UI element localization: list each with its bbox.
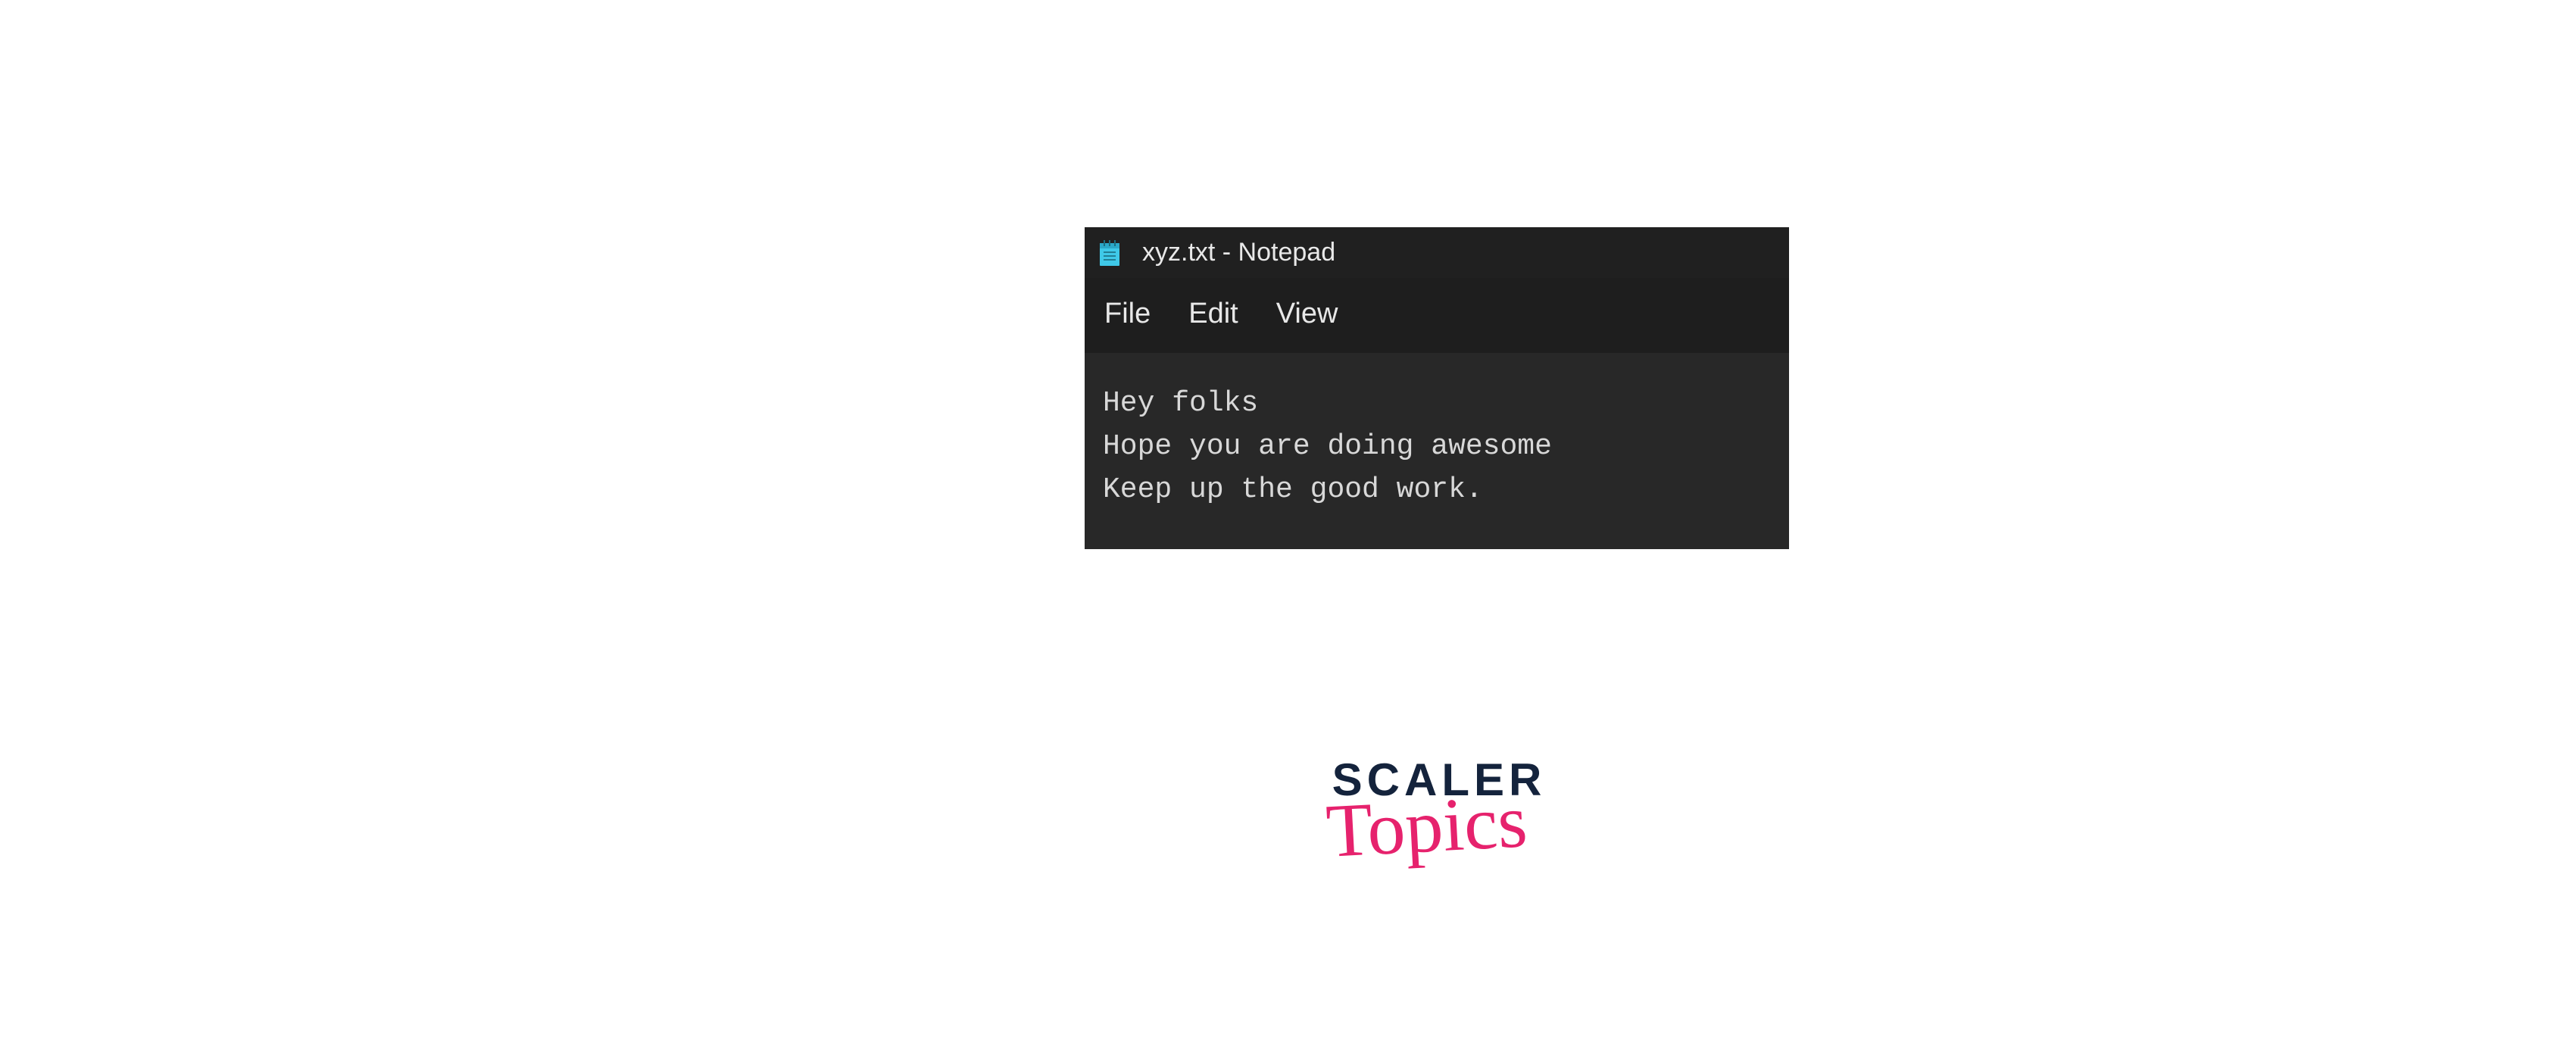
menu-edit[interactable]: Edit	[1188, 298, 1238, 330]
editor-area[interactable]: Hey folks Hope you are doing awesome Kee…	[1085, 353, 1789, 549]
window-title: xyz.txt - Notepad	[1142, 238, 1335, 267]
menubar: File Edit View	[1085, 278, 1789, 353]
logo-line2: Topics	[1325, 795, 1528, 858]
menu-file[interactable]: File	[1104, 298, 1151, 330]
notepad-window: xyz.txt - Notepad File Edit View Hey fol…	[1085, 227, 1789, 549]
editor-text[interactable]: Hey folks Hope you are doing awesome Kee…	[1103, 382, 1771, 511]
titlebar[interactable]: xyz.txt - Notepad	[1085, 227, 1789, 278]
notepad-icon	[1098, 239, 1121, 267]
menu-view[interactable]: View	[1276, 298, 1338, 330]
scaler-topics-logo: SCALER Topics	[1288, 757, 1591, 855]
